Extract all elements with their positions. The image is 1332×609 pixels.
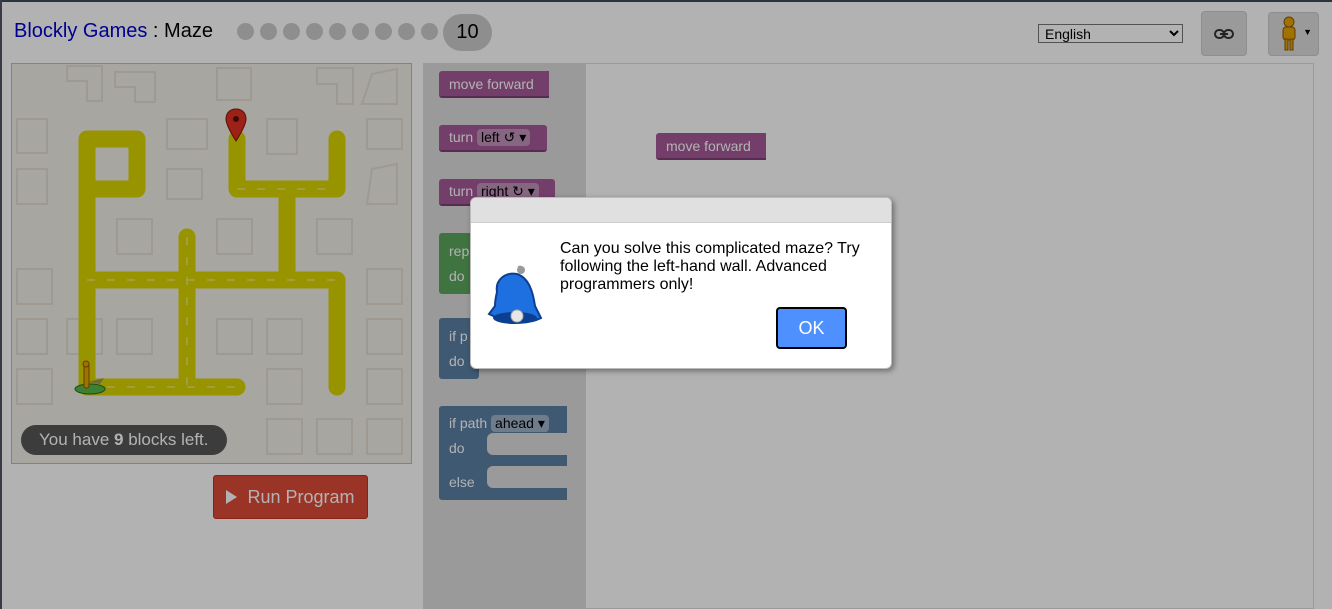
dialog-title-bar[interactable] [471, 198, 891, 223]
dialog-message: Can you solve this complicated maze? Try… [560, 240, 860, 293]
bell-icon [487, 265, 543, 324]
ok-button[interactable]: OK [776, 307, 847, 349]
help-dialog: Can you solve this complicated maze? Try… [470, 197, 892, 369]
